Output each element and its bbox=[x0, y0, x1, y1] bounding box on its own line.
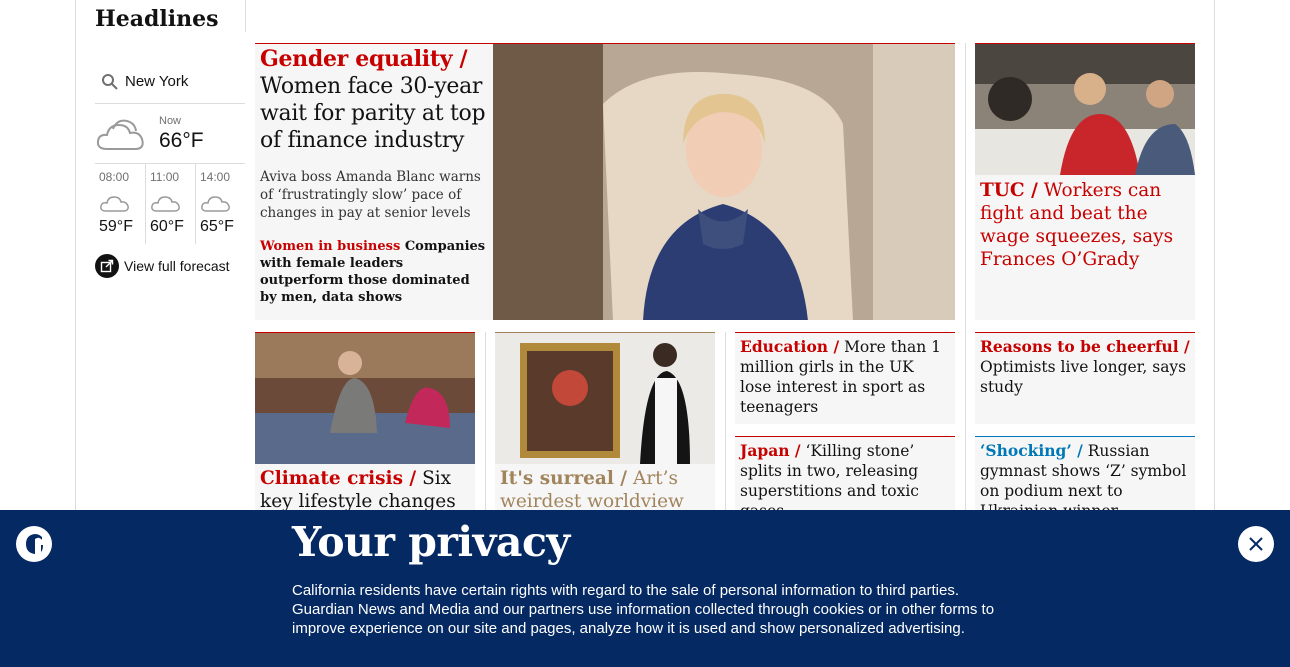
japan-story-card[interactable]: Japan / ‘Killing stone’ splits in two, r… bbox=[735, 436, 955, 516]
cloud-icon bbox=[151, 196, 180, 212]
close-icon bbox=[1249, 537, 1263, 551]
divider bbox=[725, 332, 726, 522]
climate-photo bbox=[255, 333, 475, 464]
forecast-time: 14:00 bbox=[199, 170, 231, 184]
forecast-temp: 59°F bbox=[99, 218, 133, 235]
privacy-text: California residents have certain rights… bbox=[292, 582, 995, 637]
forecast-time: 11:00 bbox=[149, 170, 180, 184]
cheerful-headline-text: Optimists live longer, says study bbox=[980, 358, 1187, 396]
current-weather: Now 66°F bbox=[95, 104, 245, 164]
weather-widget: New York Now 66°F 08:00 59°F 11:00 60°F … bbox=[95, 60, 245, 278]
section-title: Headlines bbox=[95, 6, 219, 32]
tuc-headline: TUC / Workers can fight and beat the wag… bbox=[980, 179, 1195, 271]
forecast-slot: 08:00 59°F bbox=[95, 164, 145, 244]
shocking-kicker: ‘Shocking’ / bbox=[980, 441, 1083, 460]
location-search[interactable]: New York bbox=[95, 60, 245, 104]
sublink-kicker: Women in business bbox=[260, 239, 401, 254]
close-button[interactable] bbox=[1238, 526, 1274, 562]
shocking-story-card[interactable]: ‘Shocking’ / Russian gymnast shows ‘Z’ s… bbox=[975, 436, 1195, 516]
cloud-icon bbox=[100, 196, 129, 212]
external-link-icon bbox=[95, 254, 119, 278]
surreal-story-card[interactable]: It's surreal / Art’s weirdest worldview bbox=[495, 332, 715, 532]
japan-headline: Japan / ‘Killing stone’ splits in two, r… bbox=[735, 437, 955, 516]
japan-kicker: Japan / bbox=[740, 441, 801, 460]
forecast-temp: 65°F bbox=[199, 218, 234, 235]
surreal-headline: It's surreal / Art’s weirdest worldview bbox=[495, 464, 715, 516]
tuc-kicker: TUC / bbox=[980, 180, 1038, 201]
divider bbox=[965, 43, 966, 523]
shocking-headline: ‘Shocking’ / Russian gymnast shows ‘Z’ s… bbox=[975, 437, 1195, 516]
location-name: New York bbox=[125, 73, 189, 90]
education-headline: Education / More than 1 million girls in… bbox=[735, 333, 955, 421]
forecast-slot: 11:00 60°F bbox=[144, 164, 195, 244]
lead-headline[interactable]: Gender equality / Women face 30-year wai… bbox=[260, 46, 490, 154]
privacy-title: Your privacy bbox=[292, 518, 570, 566]
cheerful-kicker: Reasons to be cheerful / bbox=[980, 337, 1190, 356]
lead-photo[interactable] bbox=[493, 44, 955, 320]
surreal-kicker: It's surreal / bbox=[500, 468, 628, 489]
full-forecast-label: View full forecast bbox=[124, 258, 230, 274]
lead-story-card[interactable]: Gender equality / Women face 30-year wai… bbox=[255, 43, 955, 320]
view-full-forecast-link[interactable]: View full forecast bbox=[95, 254, 245, 278]
hourly-forecast: 08:00 59°F 11:00 60°F 14:00 65°F bbox=[95, 164, 245, 244]
education-story-card[interactable]: Education / More than 1 million girls in… bbox=[735, 332, 955, 424]
cloud-icon bbox=[201, 196, 230, 212]
lead-kicker: Gender equality / bbox=[260, 46, 468, 72]
climate-kicker: Climate crisis / bbox=[260, 468, 417, 489]
guardian-logo-icon bbox=[16, 526, 52, 562]
surreal-photo bbox=[495, 333, 715, 464]
cloud-icon bbox=[96, 119, 144, 150]
divider bbox=[245, 0, 246, 32]
forecast-time: 08:00 bbox=[99, 170, 130, 184]
tuc-photo bbox=[975, 44, 1195, 175]
divider bbox=[485, 332, 486, 522]
tuc-story-card[interactable]: TUC / Workers can fight and beat the wag… bbox=[975, 43, 1195, 320]
forecast-slot: 14:00 65°F bbox=[194, 164, 245, 244]
now-label: Now bbox=[159, 114, 182, 127]
forecast-temp: 60°F bbox=[149, 218, 184, 235]
search-icon bbox=[102, 73, 118, 90]
climate-story-card[interactable]: Climate crisis / Six key lifestyle chang… bbox=[255, 332, 475, 532]
cheerful-story-card[interactable]: Reasons to be cheerful / Optimists live … bbox=[975, 332, 1195, 424]
cheerful-headline: Reasons to be cheerful / Optimists live … bbox=[975, 333, 1195, 401]
lead-standfirst: Aviva boss Amanda Blanc warns of ‘frustr… bbox=[260, 169, 481, 221]
lead-headline-text: Women face 30-year wait for parity at to… bbox=[260, 74, 486, 153]
privacy-banner: Your privacy California residents have c… bbox=[0, 510, 1290, 667]
education-kicker: Education / bbox=[740, 337, 840, 356]
current-temp: 66°F bbox=[159, 128, 204, 152]
sublink[interactable]: Women in business Companies with female … bbox=[260, 238, 490, 306]
